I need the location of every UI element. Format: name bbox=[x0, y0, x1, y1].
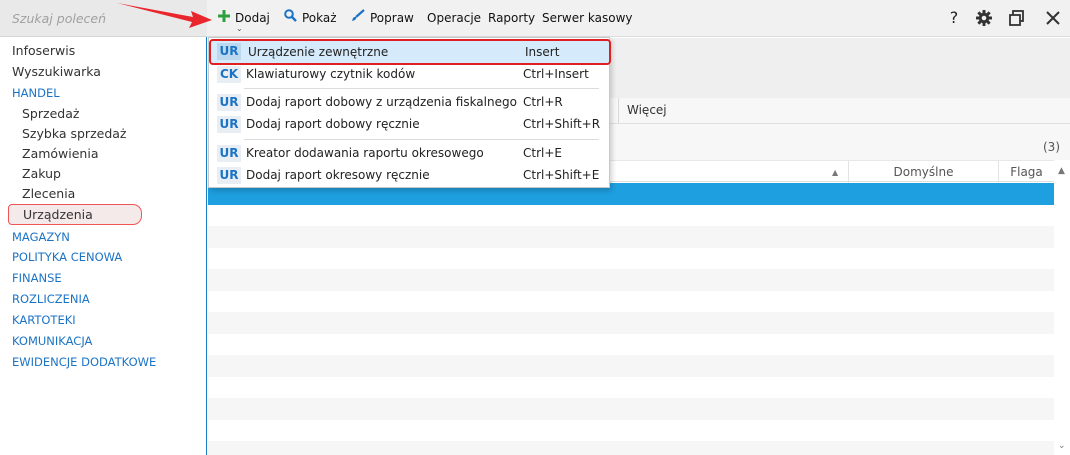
sidebar-section-magazyn[interactable]: MAGAZYN bbox=[12, 227, 70, 247]
menu-item-code: UR bbox=[217, 94, 241, 111]
help-button[interactable]: ? bbox=[944, 8, 964, 28]
sidebar-item-zamowienia[interactable]: Zamówienia bbox=[22, 144, 99, 164]
cash-server-label: Serwer kasowy bbox=[542, 11, 633, 25]
show-button[interactable]: Pokaż bbox=[284, 0, 337, 37]
gear-icon[interactable] bbox=[974, 8, 994, 28]
menu-separator bbox=[244, 139, 599, 140]
toolbar: Dodaj ⌄ Pokaż Popraw Operacje Raporty Se… bbox=[207, 0, 1070, 37]
menu-item-label: Dodaj raport dobowy ręcznie bbox=[246, 117, 420, 131]
menu-item-shortcut: Insert bbox=[525, 45, 560, 59]
table-row bbox=[208, 398, 1054, 420]
menu-item-shortcut: Ctrl+Insert bbox=[523, 67, 589, 81]
menu-item-label: Klawiaturowy czytnik kodów bbox=[246, 67, 416, 81]
scroll-down-icon[interactable]: ⌄ bbox=[1058, 441, 1066, 451]
sidebar-item-szybka-sprzedaz[interactable]: Szybka sprzedaż bbox=[22, 124, 126, 144]
table-row bbox=[208, 312, 1054, 334]
menu-item-code: UR bbox=[217, 43, 241, 60]
menu-item-external-device[interactable]: UR Urządzenie zewnętrzne Insert bbox=[209, 39, 611, 65]
menu-separator bbox=[244, 88, 599, 89]
menu-item-daily-report-fiscal[interactable]: UR Dodaj raport dobowy z urządzenia fisk… bbox=[211, 92, 607, 113]
menu-item-shortcut: Ctrl+Shift+R bbox=[523, 117, 601, 131]
table-row bbox=[208, 205, 1054, 227]
show-button-label: Pokaż bbox=[302, 11, 337, 25]
reports-label: Raporty bbox=[488, 11, 536, 25]
menu-item-periodic-report-wizard[interactable]: UR Kreator dodawania raportu okresowego … bbox=[211, 143, 607, 164]
plus-icon bbox=[218, 0, 230, 37]
operations-label: Operacje bbox=[427, 11, 482, 25]
vertical-scrollbar[interactable]: ▲ ⌄ bbox=[1054, 160, 1070, 455]
operations-menu[interactable]: Operacje bbox=[427, 0, 481, 37]
sidebar-section-polityka-cenowa[interactable]: POLITYKA CENOWA bbox=[12, 247, 122, 267]
table-row bbox=[208, 226, 1054, 248]
search-input[interactable] bbox=[0, 0, 207, 37]
menu-item-shortcut: Ctrl+Shift+E bbox=[523, 168, 600, 182]
menu-item-label: Dodaj raport dobowy z urządzenia fiskaln… bbox=[246, 95, 517, 109]
menu-item-label: Kreator dodawania raportu okresowego bbox=[246, 146, 484, 160]
menu-item-shortcut: Ctrl+E bbox=[523, 146, 562, 160]
reports-menu[interactable]: Raporty bbox=[488, 0, 535, 37]
column-header-flag[interactable]: Flaga bbox=[998, 161, 1054, 183]
sidebar-section-komunikacja[interactable]: KOMUNIKACJA bbox=[12, 331, 92, 351]
table-row bbox=[208, 420, 1054, 442]
menu-item-label: Dodaj raport okresowy ręcznie bbox=[246, 168, 430, 182]
table-row bbox=[208, 291, 1054, 313]
table-row bbox=[208, 248, 1054, 270]
close-icon[interactable] bbox=[1043, 8, 1063, 28]
sidebar-section-ewidencje-dodatkowe[interactable]: EWIDENCJE DODATKOWE bbox=[12, 352, 156, 372]
table-row bbox=[208, 441, 1054, 455]
table-row bbox=[208, 269, 1054, 291]
add-dropdown-menu: UR Urządzenie zewnętrzne Insert CK Klawi… bbox=[208, 37, 611, 188]
menu-item-daily-report-manual[interactable]: UR Dodaj raport dobowy ręcznie Ctrl+Shif… bbox=[211, 114, 607, 135]
scroll-up-icon[interactable]: ▲ bbox=[1058, 166, 1065, 176]
menu-item-code: CK bbox=[217, 66, 241, 83]
menu-item-code: UR bbox=[217, 145, 241, 162]
sidebar-item-urzadzenia[interactable]: Urządzenia bbox=[8, 204, 142, 225]
cash-server-menu[interactable]: Serwer kasowy bbox=[542, 0, 632, 37]
sidebar-item-zlecenia[interactable]: Zlecenia bbox=[22, 184, 75, 204]
menu-item-code: UR bbox=[217, 167, 241, 184]
sidebar-section-kartoteki[interactable]: KARTOTEKI bbox=[12, 310, 76, 330]
menu-item-code: UR bbox=[217, 116, 241, 133]
column-header-default[interactable]: Domyślne bbox=[848, 161, 998, 183]
brush-icon bbox=[351, 0, 365, 37]
restore-window-icon[interactable] bbox=[1007, 8, 1027, 28]
grid-rows bbox=[208, 183, 1054, 455]
sidebar-item-infoserwis[interactable]: Infoserwis bbox=[12, 41, 75, 61]
sidebar-section-rozliczenia[interactable]: ROZLICZENIA bbox=[12, 289, 90, 309]
edit-button-label: Popraw bbox=[370, 11, 414, 25]
magnifier-icon bbox=[284, 0, 297, 37]
menu-item-label: Urządzenie zewnętrzne bbox=[248, 45, 389, 59]
menu-item-shortcut: Ctrl+R bbox=[523, 95, 563, 109]
sidebar-section-handel[interactable]: HANDEL bbox=[12, 83, 60, 103]
sidebar-item-wyszukiwarka[interactable]: Wyszukiwarka bbox=[12, 62, 101, 82]
table-row bbox=[208, 377, 1054, 399]
tab-more[interactable]: Więcej bbox=[618, 98, 667, 124]
sidebar-item-sprzedaz[interactable]: Sprzedaż bbox=[22, 104, 79, 124]
menu-item-periodic-report-manual[interactable]: UR Dodaj raport okresowy ręcznie Ctrl+Sh… bbox=[211, 165, 607, 186]
search-box bbox=[0, 0, 207, 37]
sidebar: Infoserwis Wyszukiwarka HANDEL Sprzedaż … bbox=[0, 0, 207, 455]
add-button[interactable]: Dodaj ⌄ bbox=[218, 0, 270, 37]
table-row bbox=[208, 355, 1054, 377]
sidebar-item-zakup[interactable]: Zakup bbox=[22, 164, 61, 184]
sidebar-section-finanse[interactable]: FINANSE bbox=[12, 268, 62, 288]
menu-item-barcode-reader[interactable]: CK Klawiaturowy czytnik kodów Ctrl+Inser… bbox=[211, 64, 607, 85]
sort-ascending-icon[interactable]: ▲ bbox=[832, 168, 838, 177]
table-row bbox=[208, 334, 1054, 356]
record-count: (3) bbox=[1043, 140, 1060, 154]
edit-button[interactable]: Popraw bbox=[351, 0, 414, 37]
